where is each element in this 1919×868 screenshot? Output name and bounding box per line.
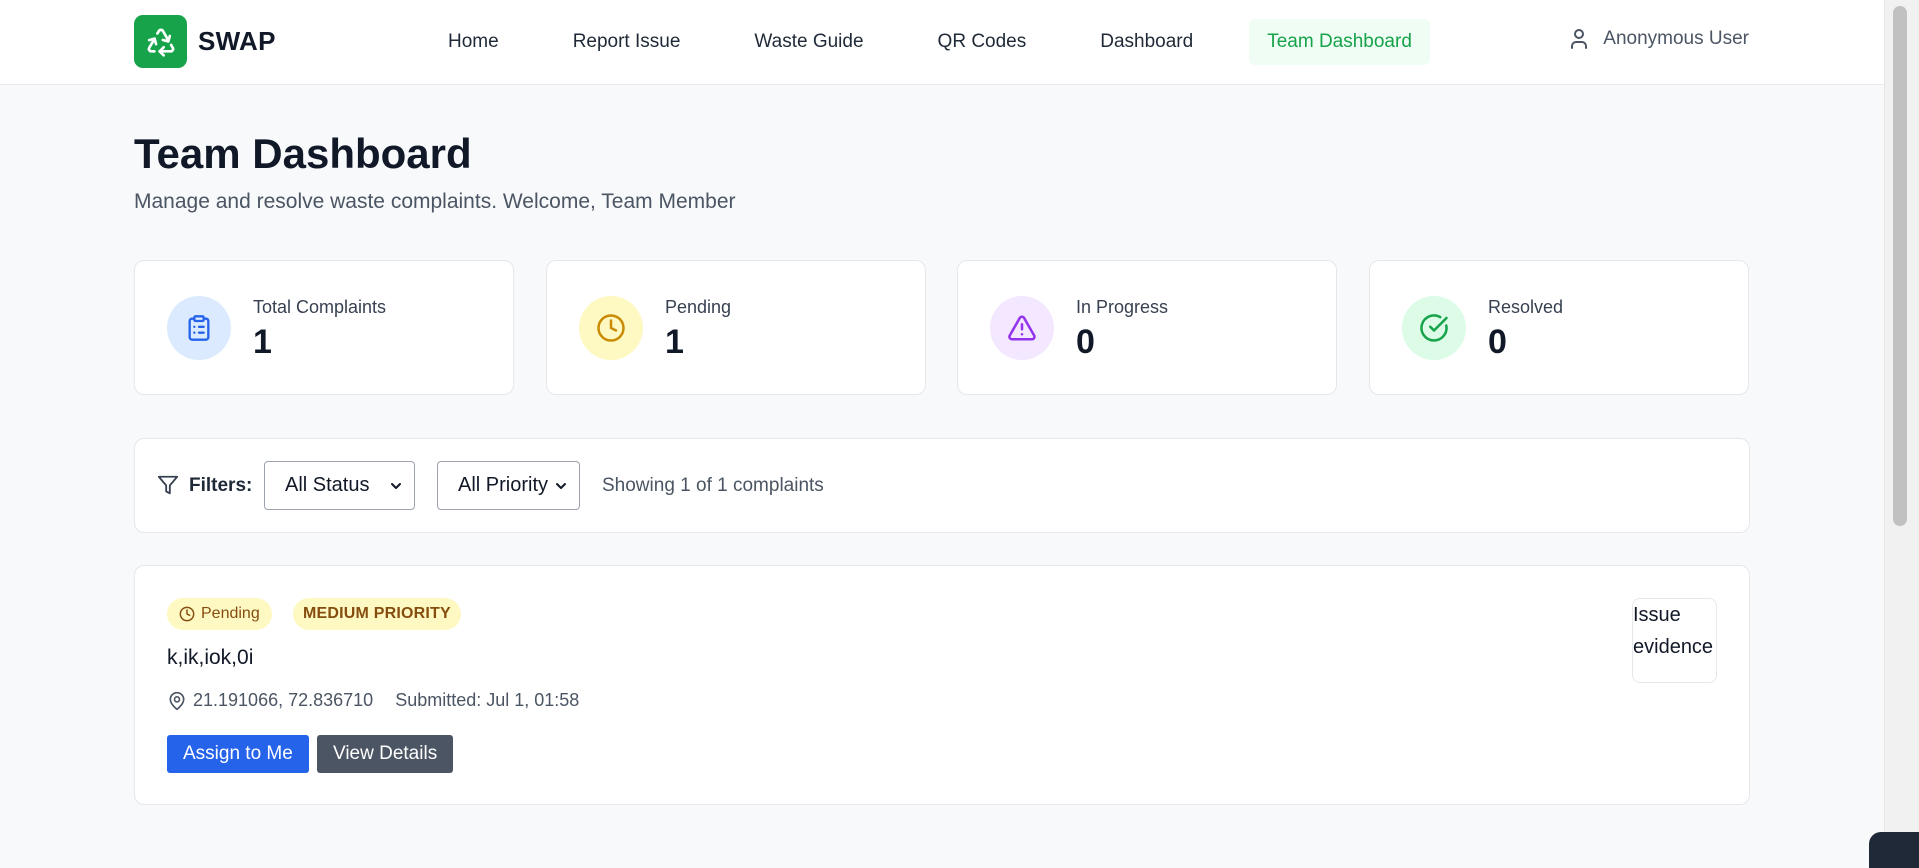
clock-icon <box>579 296 643 360</box>
stat-card-pending: Pending 1 <box>546 260 926 395</box>
page-title: Team Dashboard <box>134 130 472 177</box>
brand[interactable]: SWAP <box>134 15 276 68</box>
filters-bar: Filters: All Status All Priority Showing… <box>134 438 1750 533</box>
issue-evidence-alt-text: Issue evidence <box>1633 604 1714 658</box>
stat-label: In Progress <box>1076 297 1169 317</box>
nav-team-dashboard[interactable]: Team Dashboard <box>1249 19 1430 65</box>
nav-report-issue[interactable]: Report Issue <box>555 19 699 65</box>
status-filter-value: All Status <box>285 474 370 496</box>
complaint-meta: 21.191066, 72.836710 Submitted: Jul 1, 0… <box>167 690 579 711</box>
user-icon <box>1571 29 1588 49</box>
filters-label: Filters: <box>189 475 253 496</box>
brand-name: SWAP <box>198 26 276 56</box>
check-circle-icon <box>1402 296 1466 360</box>
stat-card-total: Total Complaints 1 <box>134 260 514 395</box>
filter-icon <box>157 475 179 495</box>
main-nav: Home Report Issue Waste Guide QR Codes D… <box>430 18 1430 66</box>
stat-value: 0 <box>1076 323 1095 361</box>
nav-qr-codes[interactable]: QR Codes <box>920 19 1045 65</box>
status-filter-select[interactable]: All Status <box>264 461 415 510</box>
complaint-submitted: Submitted: Jul 1, 01:58 <box>395 690 580 710</box>
assign-to-me-button[interactable]: Assign to Me <box>167 735 309 773</box>
alert-triangle-icon <box>990 296 1054 360</box>
top-navbar: SWAP Home Report Issue Waste Guide QR Co… <box>0 0 1884 85</box>
map-pin-icon <box>169 691 185 710</box>
stat-label: Resolved <box>1488 297 1564 317</box>
stat-value: 1 <box>253 323 272 361</box>
stat-card-in-progress: In Progress 0 <box>957 260 1337 395</box>
complaint-title: k,ik,iok,0i <box>167 646 254 669</box>
issue-evidence-image[interactable]: Issue evidence <box>1632 598 1717 683</box>
clipboard-icon <box>167 296 231 360</box>
priority-badge: MEDIUM PRIORITY <box>293 598 461 630</box>
user-menu[interactable]: Anonymous User <box>1567 27 1749 51</box>
chevron-down-icon <box>391 483 401 489</box>
stat-label: Total Complaints <box>253 297 387 317</box>
nav-home[interactable]: Home <box>430 19 517 65</box>
status-badge: Pending <box>167 598 272 630</box>
corner-widget <box>1869 832 1919 868</box>
complaint-location: 21.191066, 72.836710 <box>193 690 374 710</box>
page-subtitle: Manage and resolve waste complaints. Wel… <box>134 190 736 213</box>
nav-waste-guide[interactable]: Waste Guide <box>736 19 881 65</box>
user-name: Anonymous User <box>1603 28 1749 49</box>
clock-icon <box>179 606 195 622</box>
page-scrollbar[interactable] <box>1884 0 1919 868</box>
priority-filter-value: All Priority <box>458 474 549 496</box>
priority-filter-select[interactable]: All Priority <box>437 461 580 510</box>
priority-badge-label: MEDIUM PRIORITY <box>303 605 451 622</box>
recycle-icon <box>134 15 187 68</box>
stat-value: 0 <box>1488 323 1507 361</box>
results-count: Showing 1 of 1 complaints <box>602 475 824 496</box>
stat-card-resolved: Resolved 0 <box>1369 260 1749 395</box>
view-details-button[interactable]: View Details <box>317 735 454 773</box>
complaint-card: Pending MEDIUM PRIORITY k,ik,iok,0i 21.1… <box>134 565 1750 805</box>
stat-value: 1 <box>665 323 684 361</box>
chevron-down-icon <box>556 483 566 489</box>
status-badge-label: Pending <box>201 605 260 622</box>
stat-label: Pending <box>665 297 732 317</box>
nav-dashboard[interactable]: Dashboard <box>1082 19 1211 65</box>
scrollbar-thumb[interactable] <box>1893 6 1907 526</box>
